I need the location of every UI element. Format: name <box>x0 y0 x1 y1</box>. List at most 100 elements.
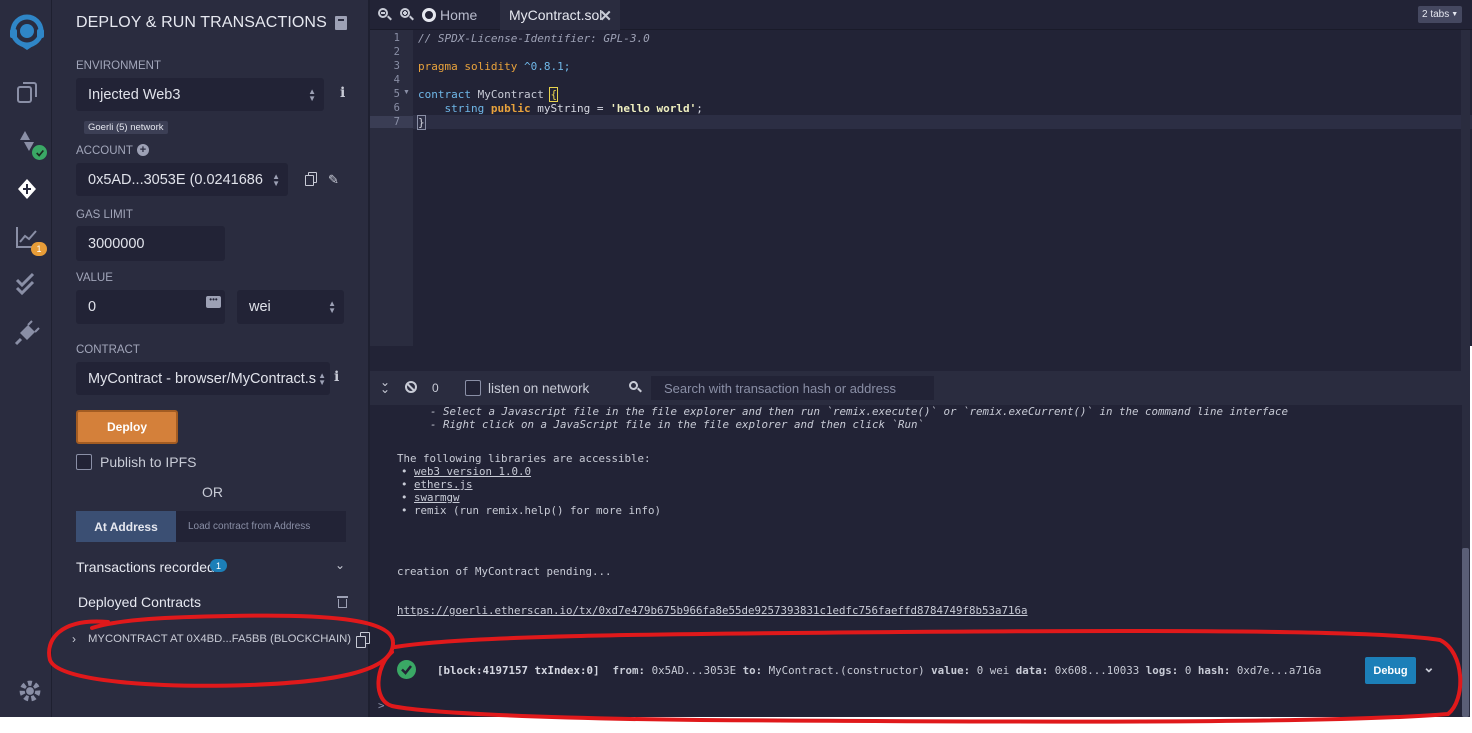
line-number: 6 <box>393 102 400 114</box>
code-editor[interactable]: 1 2 3 4 5 ▼ 6 7 // SPDX-License-Identifi… <box>370 30 1472 346</box>
tx-summary[interactable]: [block:4197157 txIndex:0] from: 0x5AD...… <box>437 664 1321 677</box>
code-line-3: pragma solidity ^0.8.1; <box>418 60 570 73</box>
library-item: • web3 version 1.0.0 <box>401 465 532 478</box>
terminal-hint-2: - Right click on a JavaScript file in th… <box>430 418 925 431</box>
remix-logo-icon[interactable] <box>8 12 46 52</box>
line-number: 3 <box>393 60 400 72</box>
line-number-gutter: 1 2 3 4 5 ▼ 6 7 <box>370 30 413 346</box>
variable-assign: myString = <box>537 102 604 115</box>
deploy-run-panel: DEPLOY & RUN TRANSACTIONS ENVIRONMENT In… <box>52 0 370 717</box>
active-line-highlight <box>413 115 1472 129</box>
contract-name: MyContract <box>477 88 544 101</box>
code-line-5: contract MyContract { <box>418 87 559 102</box>
clear-console-icon[interactable] <box>405 381 417 393</box>
contract-label: CONTRACT <box>76 344 140 356</box>
brace-close: } <box>417 115 426 130</box>
contract-info-icon[interactable]: i <box>334 369 339 385</box>
transactions-recorded-label[interactable]: Transactions recorded <box>76 559 215 575</box>
pending-count-badge: 1 <box>31 242 47 256</box>
terminal-prompt[interactable]: > <box>378 699 385 712</box>
file-explorer-icon[interactable] <box>14 80 40 106</box>
library-item: • remix (run remix.help() for more info) <box>401 504 662 517</box>
tx-to: MyContract.(constructor) <box>768 664 925 677</box>
swarmgw-link[interactable]: swarmgw <box>414 491 460 504</box>
tx-data-label: data: <box>1015 664 1049 677</box>
deploy-run-icon[interactable] <box>14 176 40 202</box>
select-arrows-icon: ▲ ▼ <box>328 299 336 315</box>
line-number: 5 <box>393 88 400 100</box>
tabs-count-dropdown[interactable]: 2 tabs ▼ <box>1418 6 1463 23</box>
deployed-contract-item[interactable]: › MYCONTRACT AT 0X4BD...FA5BB (BLOCKCHAI… <box>72 630 362 652</box>
environment-value: Injected Web3 <box>88 86 181 103</box>
public-keyword: public <box>490 102 531 115</box>
line-number: 2 <box>393 46 400 58</box>
environment-select[interactable]: Injected Web3 ▲ ▼ <box>76 78 324 111</box>
publish-ipfs-checkbox[interactable] <box>76 454 92 470</box>
home-remix-icon <box>422 8 436 22</box>
web3-link[interactable]: web3 version 1.0.0 <box>414 465 531 478</box>
testing-check-icon[interactable] <box>14 272 40 298</box>
value-format-icon[interactable]: ••• <box>206 296 221 308</box>
add-account-icon[interactable]: + <box>137 144 149 156</box>
deploy-button[interactable]: Deploy <box>76 410 178 444</box>
collapse-terminal-icon[interactable]: ⌄ ⌄ <box>380 376 390 395</box>
zoom-out-icon[interactable] <box>378 8 392 21</box>
load-address-input[interactable]: Load contract from Address <box>176 511 346 542</box>
line-number: 4 <box>393 74 400 86</box>
zoom-in-icon[interactable] <box>400 8 414 21</box>
environment-info-icon[interactable]: i <box>340 85 345 101</box>
account-value: 0x5AD...3053E (0.0241686 <box>88 171 263 188</box>
panel-title: DEPLOY & RUN TRANSACTIONS <box>76 14 327 31</box>
contract-select[interactable]: MyContract - browser/MyContract.s ▲ ▼ <box>76 362 330 395</box>
tx-logs: 0 <box>1184 664 1192 677</box>
tab-home[interactable]: Home <box>422 0 477 30</box>
semicolon: ; <box>696 102 703 115</box>
tx-block: [block:4197157 txIndex:0] <box>437 664 600 677</box>
select-arrows-icon: ▲ ▼ <box>316 370 326 387</box>
select-arrows-icon: ▲ ▼ <box>268 172 280 187</box>
plugin-manager-icon[interactable] <box>14 320 40 346</box>
gas-limit-input[interactable]: 3000000 <box>76 226 225 261</box>
chevron-down-icon[interactable]: ⌄ <box>335 558 345 572</box>
docs-book-icon[interactable] <box>335 16 347 30</box>
pending-tx-count: 0 <box>432 381 439 395</box>
transactions-count-badge: 1 <box>210 559 227 572</box>
etherscan-tx-link[interactable]: https://goerli.etherscan.io/tx/0xd7e479b… <box>397 604 1028 617</box>
terminal-output: - Select a Javascript file in the file e… <box>370 405 1462 717</box>
value-unit-select[interactable]: wei ▲ ▼ <box>237 290 344 324</box>
tx-from-label: from: <box>612 664 646 677</box>
library-item: • swarmgw <box>401 491 460 504</box>
expand-chevron-icon[interactable]: › <box>72 632 76 646</box>
listen-network-checkbox[interactable] <box>465 380 481 396</box>
vertical-scrollbar[interactable] <box>1461 30 1470 717</box>
code-line-6: string public myString = 'hello world'; <box>418 102 703 115</box>
scrollbar-thumb[interactable] <box>1462 548 1469 717</box>
search-icon <box>629 381 642 393</box>
terminal-hint-1: - Select a Javascript file in the file e… <box>430 405 1289 418</box>
edit-account-icon[interactable]: ✎ <box>328 172 342 187</box>
tab-mycontract[interactable]: MyContract.sol ✕ <box>500 0 620 30</box>
trash-icon[interactable] <box>337 595 348 608</box>
expand-tx-chevron-icon[interactable]: ⌄ <box>1423 659 1435 676</box>
fold-arrow-icon[interactable]: ▼ <box>403 89 410 96</box>
contract-value: MyContract - browser/MyContract.s <box>88 370 317 387</box>
at-address-button[interactable]: At Address <box>76 511 176 542</box>
brace-open: { <box>549 87 559 102</box>
search-tx-input[interactable]: Search with transaction hash or address <box>651 376 934 400</box>
account-select[interactable]: 0x5AD...3053E (0.0241686 ▲ ▼ <box>76 163 288 196</box>
value-input[interactable]: 0 ••• <box>76 290 225 324</box>
deployed-contracts-label: Deployed Contracts <box>78 594 201 610</box>
settings-gear-icon[interactable] <box>17 678 41 702</box>
ethers-link[interactable]: ethers.js <box>414 478 473 491</box>
close-tab-icon[interactable]: ✕ <box>599 7 612 25</box>
string-literal: 'hello world' <box>610 102 697 115</box>
debug-button[interactable]: Debug <box>1365 657 1416 684</box>
compile-success-icon <box>32 145 47 160</box>
libraries-title: The following libraries are accessible: <box>397 452 651 465</box>
pragma-keyword: pragma solidity <box>418 60 518 73</box>
copy-address-icon[interactable] <box>356 632 370 648</box>
copy-account-icon[interactable] <box>305 172 317 186</box>
environment-label: ENVIRONMENT <box>76 60 161 72</box>
editor-resize-gap <box>370 346 1462 371</box>
value-amount: 0 <box>88 299 97 315</box>
